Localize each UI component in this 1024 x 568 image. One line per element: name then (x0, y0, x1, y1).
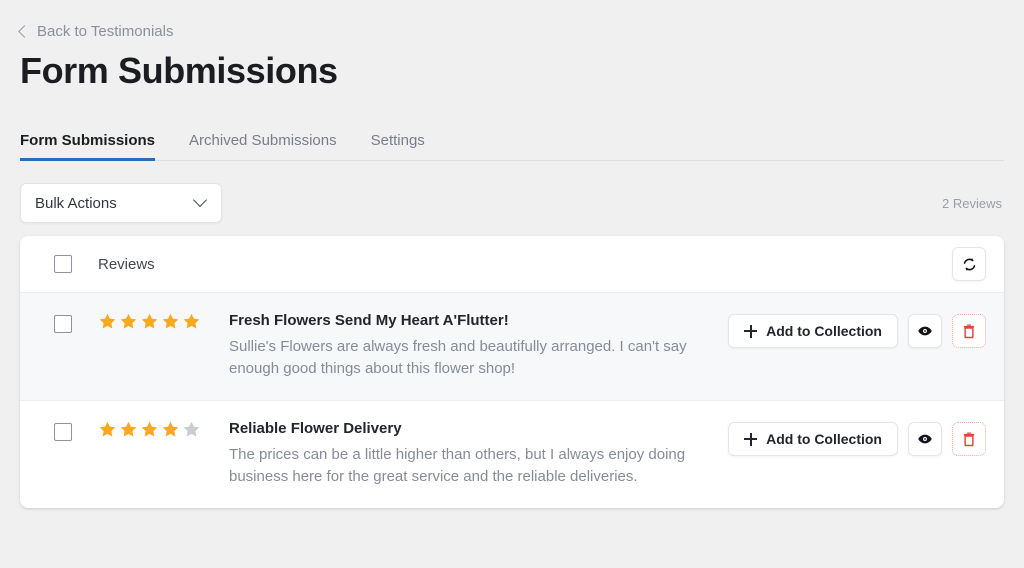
star-icon-filled (99, 421, 116, 437)
page-title: Form Submissions (20, 50, 338, 91)
toolbar: Bulk Actions 2 Reviews (20, 183, 1004, 223)
tab-settings[interactable]: Settings (371, 132, 425, 160)
refresh-button[interactable] (952, 247, 986, 281)
delete-button[interactable] (952, 314, 986, 348)
review-body: The prices can be a little higher than o… (229, 446, 686, 485)
star-icon-filled (120, 421, 137, 437)
star-rating (98, 420, 201, 439)
preview-button[interactable] (908, 422, 942, 456)
star-icon-filled (141, 421, 158, 437)
review-body: Sullie's Flowers are always fresh and be… (229, 338, 687, 377)
eye-icon (918, 326, 932, 336)
chevron-left-icon (18, 24, 31, 38)
table-row[interactable]: Reliable Flower Delivery The prices can … (20, 401, 1004, 508)
row-checkbox[interactable] (54, 315, 72, 333)
star-icon-filled (162, 313, 179, 329)
tab-form-submissions[interactable]: Form Submissions (20, 132, 156, 161)
row-actions: Add to Collection (728, 311, 986, 348)
row-checkbox[interactable] (54, 423, 72, 441)
bulk-actions-select[interactable]: Bulk Actions (20, 183, 222, 223)
star-icon-empty (183, 421, 200, 437)
eye-icon (918, 434, 932, 444)
refresh-sync-icon (963, 257, 975, 271)
plus-icon (744, 324, 758, 338)
back-link-label: Back to Testimonials (37, 23, 174, 40)
table-row[interactable]: Fresh Flowers Send My Heart A'Flutter! S… (20, 293, 1004, 401)
delete-button[interactable] (952, 422, 986, 456)
review-title: Fresh Flowers Send My Heart A'Flutter! (229, 312, 509, 329)
reviews-card: Reviews Fresh Flowers Send My Heart A'Fl… (20, 236, 1004, 508)
trash-icon (963, 324, 975, 339)
page-root: Back to Testimonials Form Submissions Fo… (0, 0, 1024, 568)
plus-icon (744, 432, 758, 446)
star-icon-filled (183, 313, 200, 329)
add-to-collection-button[interactable]: Add to Collection (728, 314, 898, 348)
bulk-actions-label: Bulk Actions (35, 194, 117, 212)
row-actions: Add to Collection (728, 419, 986, 456)
star-icon-filled (99, 313, 116, 329)
reviews-count: 2 Reviews (942, 195, 1002, 211)
add-to-collection-label: Add to Collection (766, 323, 882, 339)
preview-button[interactable] (908, 314, 942, 348)
tab-archived-submissions[interactable]: Archived Submissions (189, 132, 337, 160)
star-rating (98, 312, 201, 331)
review-title: Reliable Flower Delivery (229, 420, 402, 437)
reviews-table-header: Reviews (20, 236, 1004, 293)
review-content: Fresh Flowers Send My Heart A'Flutter! S… (229, 311, 708, 380)
review-content: Reliable Flower Delivery The prices can … (229, 419, 708, 488)
chevron-down-icon (192, 192, 208, 208)
star-icon-filled (120, 313, 137, 329)
back-to-testimonials-link[interactable]: Back to Testimonials (18, 0, 174, 40)
select-all-checkbox[interactable] (54, 255, 72, 273)
reviews-column-label: Reviews (98, 255, 155, 273)
trash-icon (963, 432, 975, 447)
star-icon-filled (162, 421, 179, 437)
tab-bar: Form Submissions Archived Submissions Se… (20, 118, 1004, 161)
star-icon-filled (141, 313, 158, 329)
add-to-collection-label: Add to Collection (766, 431, 882, 447)
add-to-collection-button[interactable]: Add to Collection (728, 422, 898, 456)
